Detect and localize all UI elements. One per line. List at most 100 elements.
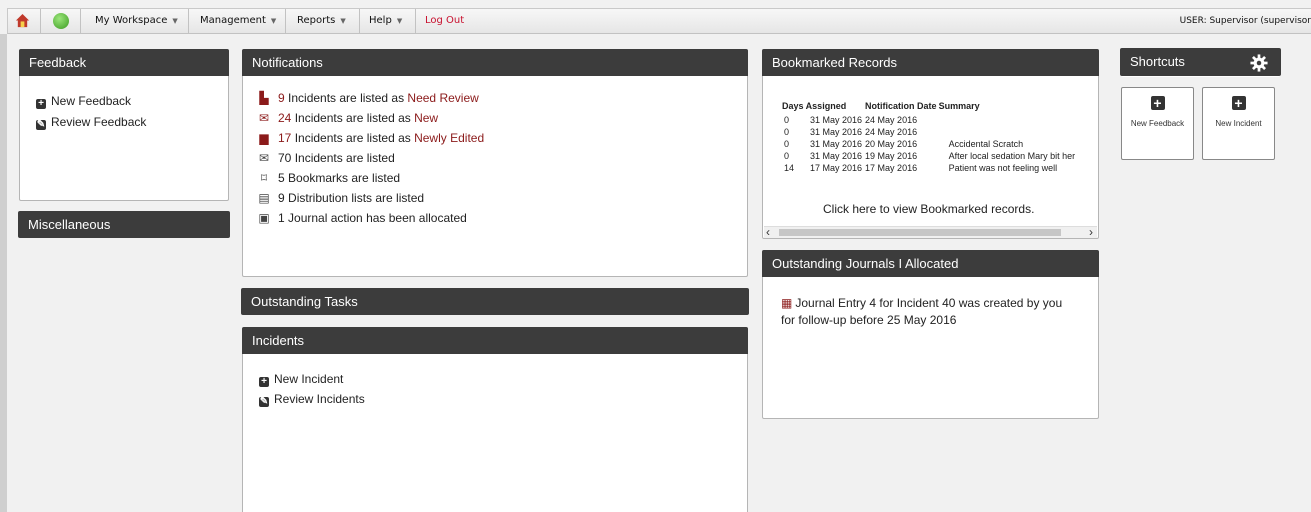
notification-row[interactable]: ▤ 9 Distribution lists are listed	[257, 190, 424, 206]
review-feedback-link[interactable]: ✎ Review Feedback	[36, 115, 146, 130]
chevron-down-icon: ▼	[172, 17, 178, 25]
link-label: Review Incidents	[274, 392, 365, 406]
table-cell: 0 31 May 2016	[784, 115, 863, 125]
panel-title: Outstanding Journals I Allocated	[762, 250, 1099, 277]
notification-text: Incidents are listed as	[291, 111, 415, 125]
journal-entry-line2: for follow-up before 25 May 2016	[781, 313, 957, 327]
menu-management[interactable]: Management ▼	[189, 9, 286, 33]
journal-entry-link[interactable]: ▦ Journal Entry 4 for Incident 40 was cre…	[781, 296, 1062, 310]
table-cell: 19 May 2016	[865, 151, 918, 161]
bookmarked-records-panel: Bookmarked Records Days Assigned Notific…	[762, 49, 1099, 239]
menu-label: Management	[200, 15, 266, 26]
scroll-right-icon[interactable]: ›	[1089, 225, 1093, 239]
table-row[interactable]: 0 31 May 2016 20 May 2016 Accidental Scratc…	[782, 138, 1078, 150]
list-icon: ▤	[258, 191, 270, 205]
notification-text: Bookmarks are listed	[284, 171, 401, 185]
edit-icon: ✎	[36, 119, 46, 130]
table-row[interactable]: 0 31 May 2016 24 May 2016	[782, 114, 1078, 126]
horizontal-scrollbar[interactable]: ‹ ›	[764, 225, 1097, 239]
menu-reports[interactable]: Reports ▼	[286, 9, 360, 33]
table-row[interactable]: 0 31 May 2016 24 May 2016	[782, 126, 1078, 138]
outstanding-tasks-panel[interactable]: Outstanding Tasks	[241, 288, 749, 315]
user-label: USER: Supervisor (supervisor	[1179, 16, 1311, 26]
notification-count: 9	[278, 191, 285, 205]
notification-text: Distribution lists are listed	[284, 191, 425, 205]
notification-row[interactable]: ▣ 1 Journal action has been allocated	[257, 210, 467, 226]
menu-label: Help	[369, 15, 392, 26]
menu-label: My Workspace	[95, 15, 168, 26]
table-cell: After local sedation Mary bit her	[948, 151, 1076, 161]
shortcut-new-incident[interactable]: + New Incident	[1202, 87, 1275, 160]
refresh-button[interactable]	[41, 9, 81, 33]
panel-title: Miscellaneous	[18, 211, 230, 238]
menu-help[interactable]: Help ▼	[360, 9, 416, 33]
incidents-panel: Incidents + New Incident ✎ Review Incident…	[242, 327, 748, 512]
table-cell	[939, 114, 1079, 126]
notification-row[interactable]: ✉ 24 Incidents are listed as New	[257, 110, 438, 126]
table-cell: 24 May 2016	[865, 115, 918, 125]
table-row[interactable]: 14 17 May 2016 17 May 2016 Patient was not …	[782, 162, 1078, 174]
bookmark-icon: ⌑	[260, 171, 268, 185]
notification-count: 1	[278, 211, 285, 225]
notification-count: 9	[278, 91, 285, 105]
plus-icon: +	[1150, 96, 1165, 110]
shortcuts-panel: Shortcuts	[1120, 48, 1281, 77]
plus-icon: +	[1231, 96, 1246, 110]
panel-title: Feedback	[19, 49, 229, 76]
column-header: Days Assigned	[782, 101, 847, 111]
notification-row[interactable]: ⌑ 5 Bookmarks are listed	[257, 170, 400, 186]
table-cell: 20 May 2016	[865, 139, 918, 149]
link-label: Review Feedback	[51, 115, 147, 129]
menu-label: Reports	[297, 15, 336, 26]
notification-row[interactable]: ▆ 17 Incidents are listed as Newly Edited	[257, 130, 484, 146]
page-scrollbar[interactable]	[1302, 34, 1311, 512]
miscellaneous-panel[interactable]: Miscellaneous	[18, 211, 230, 238]
top-menu-bar: My Workspace ▼ Management ▼ Reports ▼ Help ▼…	[7, 8, 1311, 34]
review-icon: ▙	[259, 91, 269, 105]
envelope-icon: ✉	[258, 111, 270, 125]
table-cell: Patient was not feeling well	[948, 163, 1058, 173]
shortcut-new-feedback[interactable]: + New Feedback	[1121, 87, 1194, 160]
view-bookmarks-link[interactable]: Click here to view Bookmarked records.	[823, 202, 1034, 216]
chevron-down-icon: ▼	[340, 17, 346, 25]
panel-title: Notifications	[242, 49, 748, 76]
review-incidents-link[interactable]: ✎ Review Incidents	[259, 392, 365, 407]
notification-text: Journal action has been allocated	[284, 211, 467, 225]
home-button[interactable]	[8, 9, 41, 33]
new-feedback-link[interactable]: + New Feedback	[36, 94, 131, 109]
notification-count: 17	[278, 131, 292, 145]
document-icon: ▆	[259, 131, 269, 145]
new-incident-link[interactable]: + New Incident	[259, 372, 343, 387]
refresh-icon	[53, 13, 69, 29]
notification-text: Incidents are listed	[291, 151, 395, 165]
link-label: New Incident	[274, 372, 344, 386]
table-cell: 0 31 May 2016	[784, 151, 863, 161]
gear-icon[interactable]	[1250, 54, 1268, 72]
column-header: Notification Date	[865, 101, 937, 111]
plus-icon: +	[36, 99, 46, 109]
journal-entry-line1: Journal Entry 4 for Incident 40 was crea…	[795, 296, 1063, 310]
menu-my-workspace[interactable]: My Workspace ▼	[81, 9, 189, 33]
envelope-outline-icon: ✉	[258, 151, 270, 165]
scroll-left-icon[interactable]: ‹	[766, 225, 770, 239]
logout-link[interactable]: Log Out	[425, 9, 464, 33]
table-cell: 24 May 2016	[865, 127, 918, 137]
notification-row[interactable]: ▙ 9 Incidents are listed as Need Review	[257, 90, 479, 106]
notification-text: Incidents are listed as	[291, 131, 415, 145]
left-rail	[0, 34, 7, 512]
table-row[interactable]: 0 31 May 2016 19 May 2016 After local sedat…	[782, 150, 1078, 162]
scroll-thumb[interactable]	[779, 229, 1061, 236]
calendar-icon: ▦	[781, 296, 793, 310]
plus-icon: +	[259, 377, 269, 387]
chevron-down-icon: ▼	[270, 17, 277, 25]
notification-status: Need Review	[407, 91, 479, 105]
table-cell: 0 31 May 2016	[784, 127, 863, 137]
column-header: Summary	[938, 101, 980, 111]
panel-title: Bookmarked Records	[762, 49, 1099, 76]
notification-count: 70	[278, 151, 292, 165]
edit-icon: ✎	[259, 396, 269, 407]
chevron-down-icon: ▼	[396, 17, 403, 25]
panel-title: Outstanding Tasks	[241, 288, 749, 315]
notification-status: Newly Edited	[414, 131, 485, 145]
notification-row[interactable]: ✉ 70 Incidents are listed	[257, 150, 395, 166]
